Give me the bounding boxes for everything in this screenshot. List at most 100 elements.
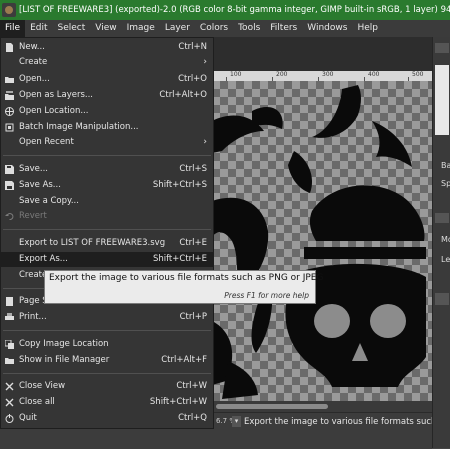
ruler-label: 500 — [412, 71, 424, 78]
dock-label-ba: Ba — [441, 161, 450, 170]
gimp-app-icon — [2, 3, 16, 17]
menu-bar: File Edit Select View Image Layer Colors… — [0, 20, 450, 38]
dock-tab[interactable] — [435, 213, 449, 223]
open-layers-icon — [5, 91, 14, 100]
menu-item-label: Save a Copy... — [19, 196, 79, 206]
file-menu: New... Ctrl+N Create › Open... Ctrl+O Op… — [0, 37, 214, 429]
menu-item-label: New... — [19, 42, 45, 52]
menu-item-accel: Shift+Ctrl+S — [152, 180, 207, 190]
image-canvas[interactable] — [212, 81, 432, 401]
close-all-icon — [5, 398, 14, 407]
window-title: [LIST OF FREEWARE3] (exported)-2.0 (RGB … — [19, 5, 450, 15]
menu-item-label: Print... — [19, 312, 47, 322]
horizontal-scrollbar[interactable] — [212, 401, 432, 412]
brush-preview[interactable] — [435, 65, 449, 135]
close-icon — [5, 382, 14, 391]
page-setup-icon — [5, 297, 14, 306]
menu-item-print[interactable]: Print... Ctrl+P — [1, 310, 213, 325]
save-as-icon — [5, 181, 14, 190]
ruler-label: 200 — [276, 71, 288, 78]
menu-item-label: Open Location... — [19, 106, 89, 116]
menu-separator — [3, 229, 211, 230]
menu-item-label: Open as Layers... — [19, 90, 93, 100]
status-message: Export the image to various file formats… — [244, 417, 450, 427]
menu-item-accel: Shift+Ctrl+E — [152, 254, 207, 264]
menu-file[interactable]: File — [0, 20, 26, 37]
menu-item-close-view[interactable]: Close View Ctrl+W — [1, 379, 213, 394]
menu-item-accel: Ctrl+Q — [178, 413, 207, 423]
ruler-label: 400 — [368, 71, 380, 78]
folder-icon — [5, 356, 14, 365]
printer-icon — [5, 313, 14, 322]
menu-colors[interactable]: Colors — [195, 20, 233, 37]
chevron-down-icon[interactable]: ▾ — [232, 416, 241, 427]
dock-button[interactable] — [435, 43, 449, 53]
dock-label-mo: Mo — [441, 235, 450, 244]
menu-item-accel: Ctrl+Alt+O — [159, 90, 207, 100]
menu-item-accel: Ctrl+W — [176, 381, 207, 391]
menu-item-save-as[interactable]: Save As... Shift+Ctrl+S — [1, 178, 213, 193]
menu-item-save[interactable]: Save... Ctrl+S — [1, 162, 213, 177]
menu-item-create[interactable]: Create › — [1, 55, 213, 70]
menu-separator — [3, 373, 211, 374]
menu-item-close-all[interactable]: Close all Shift+Ctrl+W — [1, 395, 213, 410]
horizontal-ruler[interactable]: 100 200 300 400 500 — [212, 71, 432, 81]
open-folder-icon — [5, 75, 14, 84]
save-icon — [5, 165, 14, 174]
menu-select[interactable]: Select — [53, 20, 91, 37]
scrollbar-thumb[interactable] — [216, 404, 328, 409]
batch-icon — [5, 123, 14, 132]
chevron-right-icon: › — [203, 57, 207, 67]
eye-icon[interactable] — [435, 293, 449, 305]
menu-item-accel: Shift+Ctrl+W — [149, 397, 207, 407]
menu-filters[interactable]: Filters — [265, 20, 302, 37]
menu-item-label: Export to LIST OF FREEWARE3.svg — [19, 238, 166, 248]
menu-item-accel: Ctrl+E — [179, 238, 207, 248]
menu-item-export-as[interactable]: Export As... Shift+Ctrl+E — [1, 252, 213, 267]
menu-item-revert[interactable]: Revert — [1, 209, 213, 224]
menu-item-label: Revert — [19, 211, 47, 221]
menu-item-show-in-file-manager[interactable]: Show in File Manager Ctrl+Alt+F — [1, 353, 213, 368]
menu-layer[interactable]: Layer — [160, 20, 195, 37]
new-file-icon — [5, 43, 14, 52]
menu-item-open-as-layers[interactable]: Open as Layers... Ctrl+Alt+O — [1, 88, 213, 103]
ruler-label: 300 — [322, 71, 334, 78]
menu-item-copy-location[interactable]: Copy Image Location — [1, 337, 213, 352]
title-bar: [LIST OF FREEWARE3] (exported)-2.0 (RGB … — [0, 0, 450, 20]
ruler-label: 100 — [230, 71, 242, 78]
menu-item-label: Show in File Manager — [19, 355, 110, 365]
menu-separator — [3, 330, 211, 331]
dock-label-spa: Spa — [441, 179, 450, 188]
menu-item-label: Save... — [19, 164, 48, 174]
menu-item-quit[interactable]: Quit Ctrl+Q — [1, 411, 213, 426]
menu-help[interactable]: Help — [352, 20, 383, 37]
menu-edit[interactable]: Edit — [25, 20, 52, 37]
menu-item-accel: Ctrl+O — [178, 74, 207, 84]
menu-item-label: Batch Image Manipulation... — [19, 122, 139, 132]
menu-item-accel: Ctrl+N — [178, 42, 207, 52]
menu-view[interactable]: View — [90, 20, 121, 37]
menu-tools[interactable]: Tools — [233, 20, 265, 37]
menu-item-open[interactable]: Open... Ctrl+O — [1, 72, 213, 87]
revert-icon — [5, 212, 14, 221]
menu-item-open-recent[interactable]: Open Recent › — [1, 135, 213, 150]
menu-image[interactable]: Image — [122, 20, 160, 37]
menu-item-export-to[interactable]: Export to LIST OF FREEWARE3.svg Ctrl+E — [1, 236, 213, 251]
menu-item-label: Export As... — [19, 254, 68, 264]
menu-windows[interactable]: Windows — [302, 20, 352, 37]
menu-item-new[interactable]: New... Ctrl+N — [1, 40, 213, 55]
menu-item-batch[interactable]: Batch Image Manipulation... — [1, 120, 213, 135]
menu-item-save-copy[interactable]: Save a Copy... — [1, 194, 213, 209]
menu-item-label: Create — [19, 270, 48, 280]
menu-item-open-location[interactable]: Open Location... — [1, 104, 213, 119]
menu-separator — [3, 155, 211, 156]
menu-item-label: Open... — [19, 74, 50, 84]
dock-label-le: Le — [441, 255, 450, 264]
right-dock: Ba Spa Mo Le — [432, 37, 450, 448]
globe-icon — [5, 107, 14, 116]
tooltip-help-hint: Press F1 for more help — [224, 291, 309, 300]
tooltip-text: Export the image to various file formats… — [49, 273, 324, 283]
menu-item-label: Close View — [19, 381, 66, 391]
menu-item-label: Save As... — [19, 180, 61, 190]
quit-icon — [5, 414, 14, 423]
